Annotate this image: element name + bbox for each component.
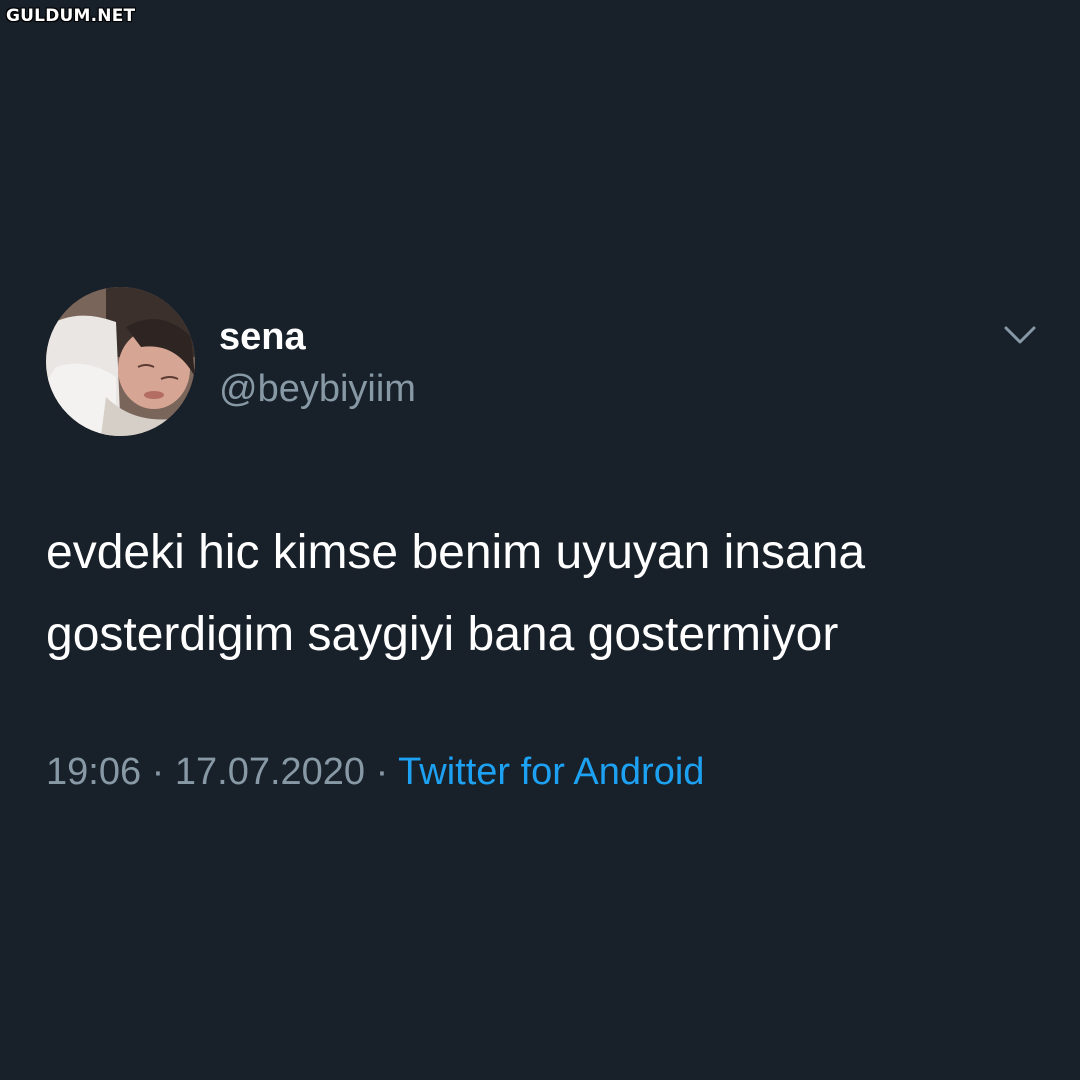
avatar[interactable] [46, 287, 195, 436]
tweet-text: evdeki hic kimse benim uyuyan insana gos… [46, 512, 1056, 676]
site-watermark: GULDUM.NET [6, 6, 136, 26]
meta-separator: · [375, 751, 389, 793]
tweet-date[interactable]: 17.07.2020 [175, 751, 365, 793]
tweet-meta: 19:06 · 17.07.2020 · Twitter for Android [46, 748, 704, 796]
meta-separator: · [151, 751, 165, 793]
tweet-source-link[interactable]: Twitter for Android [398, 751, 704, 793]
tweet-text-line: gosterdigim saygiyi bana gostermiyor [46, 608, 839, 661]
tweet-text-line: evdeki hic kimse benim uyuyan insana [46, 526, 866, 579]
display-name[interactable]: sena [219, 314, 306, 360]
profile-photo [46, 287, 195, 436]
user-handle[interactable]: @beybiyiim [219, 366, 416, 412]
chevron-down-icon[interactable] [1000, 318, 1040, 352]
tweet-time[interactable]: 19:06 [46, 751, 141, 793]
